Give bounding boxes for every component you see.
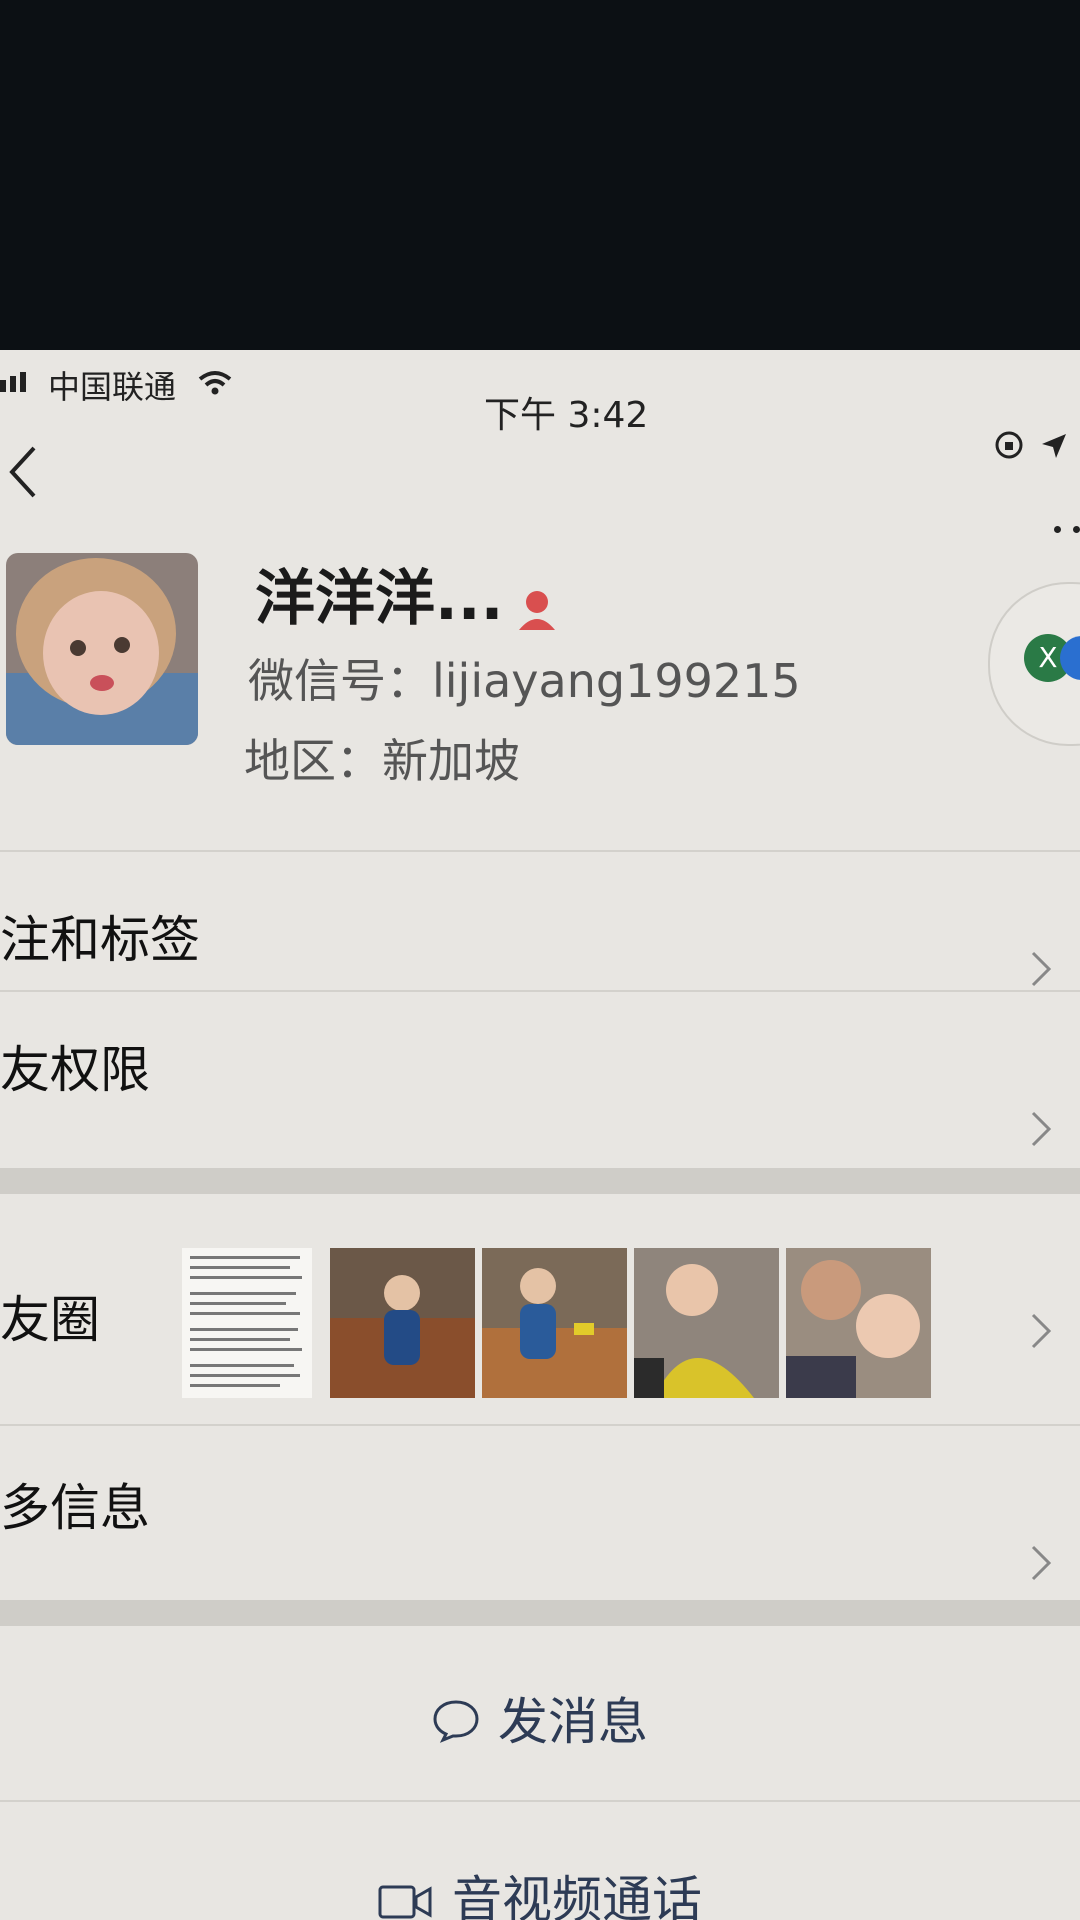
divider (0, 1800, 1080, 1802)
moments-photo-thumbnail (330, 1248, 475, 1398)
moments-photo-thumbnail (634, 1248, 779, 1398)
location-icon (1040, 430, 1068, 468)
female-gender-icon (515, 588, 559, 636)
menu-more-info[interactable]: 更多信息 (0, 1424, 1080, 1600)
status-time: 下午 3:42 (484, 395, 649, 436)
moments-thumbnails[interactable] (182, 1248, 952, 1398)
rotation-lock-icon (994, 430, 1024, 468)
signal-icon (0, 372, 26, 392)
region-label: 地区：新加坡 (244, 734, 520, 788)
send-message-label: 发消息 (498, 1693, 648, 1751)
chevron-right-icon (1030, 1312, 1052, 1354)
chevron-right-icon (1030, 950, 1052, 992)
chat-bubble-icon (432, 1697, 480, 1755)
more-options-button[interactable] (1054, 526, 1080, 533)
moments-text-thumbnail (182, 1248, 312, 1398)
chevron-right-icon (1030, 1544, 1052, 1586)
send-message-button[interactable]: 发消息 (0, 1682, 1080, 1755)
mini-program-badge[interactable]: X (988, 582, 1080, 746)
moments-photo-thumbnail (786, 1248, 931, 1398)
carrier-label: 中国联通 (48, 368, 177, 406)
menu-label: 备注和标签 (0, 911, 200, 969)
back-button[interactable] (6, 444, 40, 504)
avatar[interactable] (6, 553, 198, 745)
wifi-icon (198, 366, 232, 404)
section-gap (0, 1600, 1080, 1626)
video-camera-icon (378, 1875, 434, 1920)
menu-label: 朋友圈 (0, 1291, 100, 1349)
menu-remark-tags[interactable]: 备注和标签 (0, 850, 1080, 1000)
moments-photo-thumbnail (482, 1248, 627, 1398)
video-call-label: 音视频通话 (452, 1871, 702, 1920)
phone-screen: 中国联通 下午 3:42 洋洋洋... 微信号：lijiayang199215 … (0, 350, 1080, 1920)
chevron-right-icon (1030, 1110, 1052, 1152)
video-call-button[interactable]: 音视频通话 (0, 1860, 1080, 1920)
menu-friend-permissions[interactable]: 朋友权限 (0, 990, 1080, 1147)
status-bar: 中国联通 下午 3:42 (0, 350, 1080, 459)
wechat-id: 微信号：lijiayang199215 (248, 654, 801, 708)
menu-label: 更多信息 (0, 1479, 150, 1537)
section-gap (0, 1168, 1080, 1194)
menu-label: 朋友权限 (0, 1041, 150, 1099)
display-name: 洋洋洋... (255, 564, 504, 634)
